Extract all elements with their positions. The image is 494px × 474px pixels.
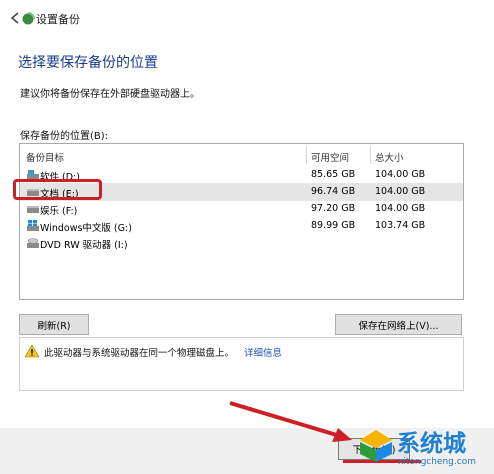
column-separator bbox=[306, 146, 307, 164]
drive-name: 娱乐 (F:) bbox=[40, 206, 78, 217]
refresh-button[interactable]: 刷新(R) bbox=[19, 314, 89, 335]
warning-text: 此驱动器与系统驱动器在同一个物理磁盘上。 bbox=[44, 348, 235, 359]
location-label: 保存备份的位置(B): bbox=[20, 131, 109, 142]
table-row[interactable]: 娱乐 (F:) 97.20 GB 104.00 GB bbox=[20, 200, 463, 218]
drive-total: 103.74 GB bbox=[375, 220, 426, 231]
dvd-drive-icon bbox=[27, 238, 39, 248]
drive-free: 89.99 GB bbox=[311, 220, 356, 231]
warning-icon bbox=[24, 344, 40, 358]
page-heading: 选择要保存备份的位置 bbox=[18, 55, 158, 71]
warning-panel: 此驱动器与系统驱动器在同一个物理磁盘上。 详细信息 bbox=[19, 337, 464, 391]
details-link[interactable]: 详细信息 bbox=[244, 345, 282, 359]
drive-free: 96.74 GB bbox=[311, 186, 356, 197]
column-separator bbox=[370, 146, 371, 164]
drive-total: 104.00 GB bbox=[375, 169, 426, 180]
page-description: 建议你将备份保存在外部硬盘驱动器上。 bbox=[20, 89, 200, 100]
drive-icon bbox=[27, 206, 39, 213]
table-row[interactable]: Windows中文版 (G:) 89.99 GB 103.74 GB bbox=[20, 217, 463, 235]
drive-total: 104.00 GB bbox=[375, 203, 426, 214]
title-bar: 设置备份 bbox=[0, 0, 494, 36]
drive-total: 104.00 GB bbox=[375, 186, 426, 197]
watermark-logo-icon bbox=[360, 430, 392, 462]
column-header-total[interactable]: 总大小 bbox=[375, 150, 404, 164]
drive-name: DVD RW 驱动器 (I:) bbox=[40, 240, 128, 251]
watermark-text: 系统城 bbox=[397, 431, 466, 457]
window-title: 设置备份 bbox=[36, 13, 80, 26]
backup-location-list[interactable]: 备份目标 可用空间 总大小 软件 (D:) 85.65 GB 104.00 GB… bbox=[19, 143, 464, 300]
save-on-network-button[interactable]: 保存在网络上(V)... bbox=[335, 314, 462, 335]
drive-free: 85.65 GB bbox=[311, 169, 356, 180]
list-header: 备份目标 可用空间 总大小 bbox=[20, 144, 463, 166]
drive-name: Windows中文版 (G:) bbox=[40, 223, 132, 234]
backup-app-icon bbox=[22, 12, 35, 25]
column-header-target[interactable]: 备份目标 bbox=[26, 150, 64, 164]
windows-drive-icon bbox=[27, 220, 39, 231]
drive-free: 97.20 GB bbox=[311, 203, 356, 214]
column-header-free[interactable]: 可用空间 bbox=[311, 150, 349, 164]
table-row[interactable]: DVD RW 驱动器 (I:) bbox=[20, 234, 463, 252]
watermark-url: xitongcheng.com bbox=[398, 457, 476, 467]
selected-drive-highlight bbox=[13, 179, 102, 200]
